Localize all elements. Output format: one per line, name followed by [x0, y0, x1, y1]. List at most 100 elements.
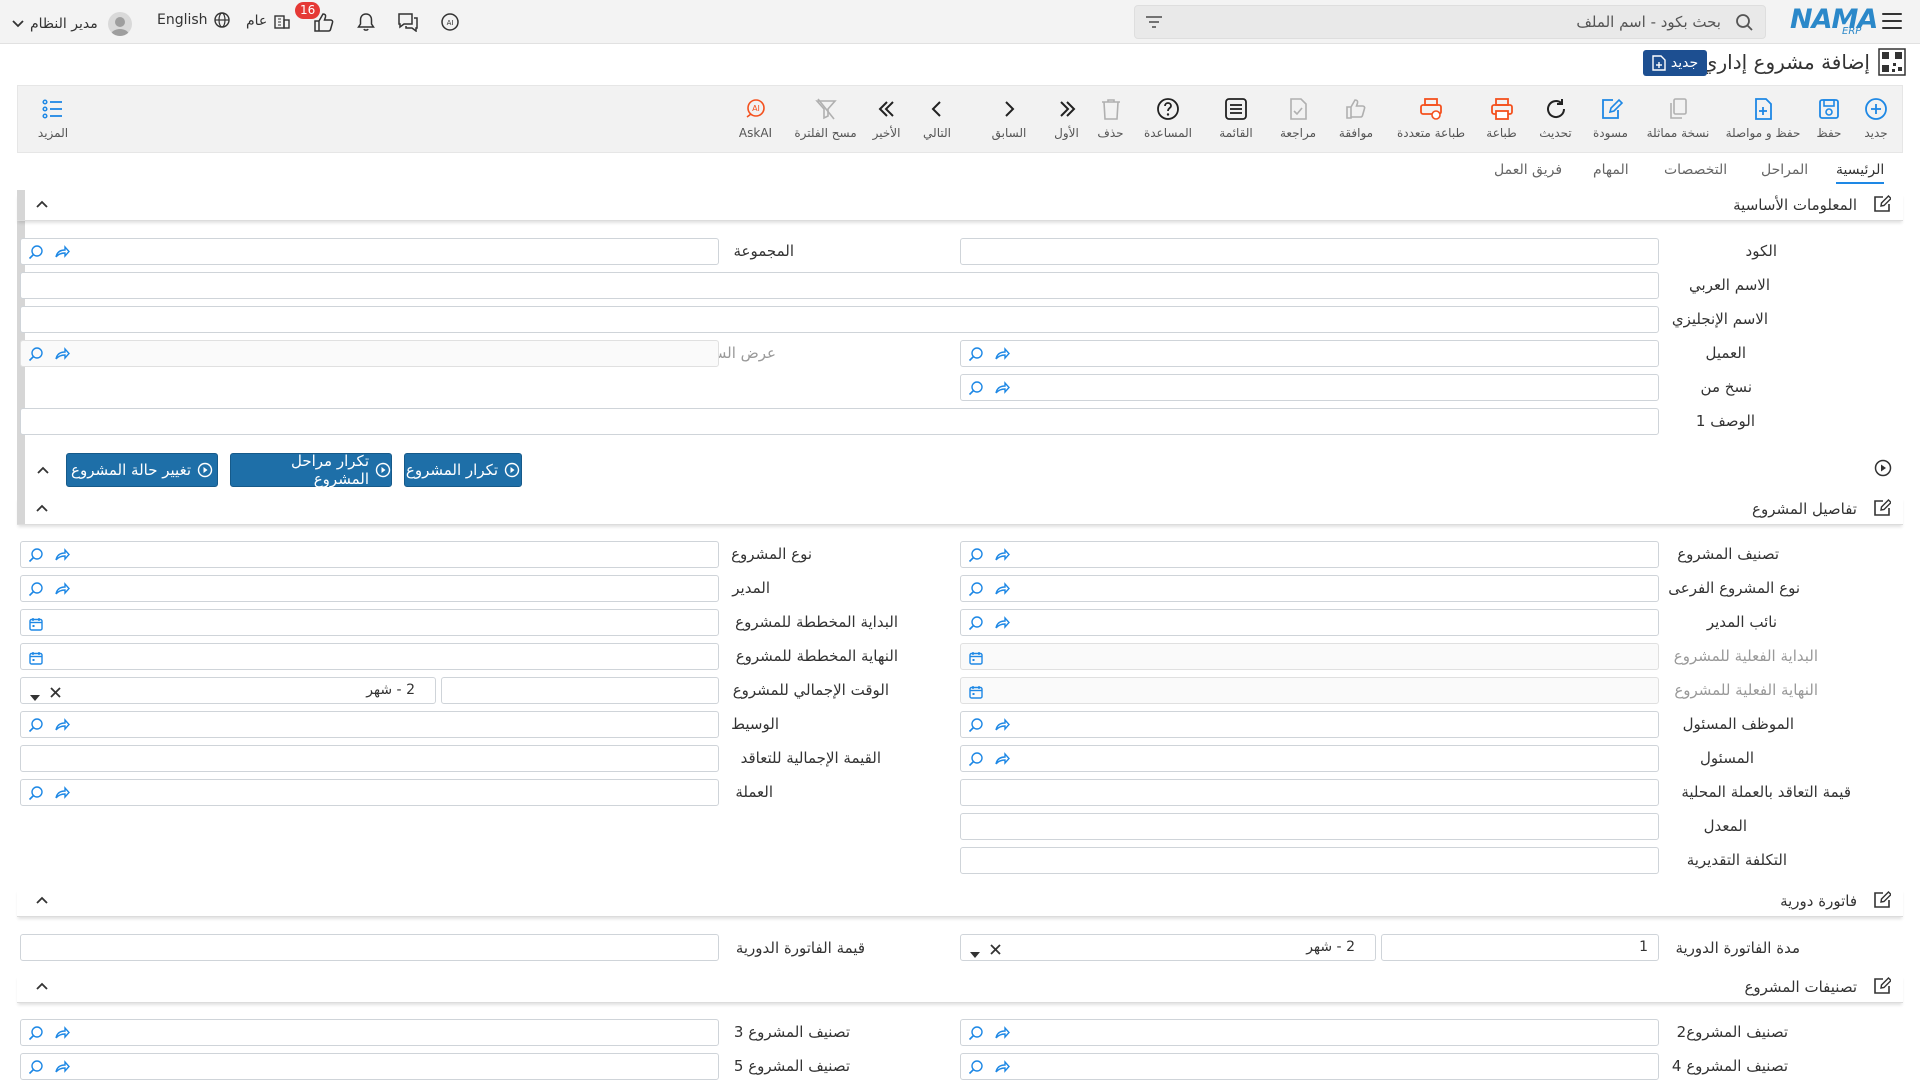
periodic-duration-field[interactable]: 1: [1381, 934, 1659, 961]
actual-start-field[interactable]: [960, 643, 1659, 670]
print-button[interactable]: طباعة: [1474, 96, 1529, 140]
clear-icon[interactable]: [989, 941, 1002, 960]
tab-stages[interactable]: المراحل: [1761, 162, 1808, 178]
askai-button[interactable]: AI AskAI: [728, 96, 783, 140]
share-arrow-icon[interactable]: [994, 1059, 1010, 1079]
search-icon[interactable]: [28, 547, 44, 567]
collapse-chevron-icon[interactable]: [35, 196, 49, 215]
next-record-button[interactable]: التالي: [912, 96, 962, 140]
project-type-field[interactable]: [20, 541, 719, 568]
tab-tasks[interactable]: المهام: [1593, 162, 1629, 178]
search-icon[interactable]: [968, 615, 984, 635]
share-arrow-icon[interactable]: [994, 615, 1010, 635]
search-input[interactable]: بحث بكود - اسم الملف: [1134, 5, 1766, 39]
search-icon[interactable]: [968, 380, 984, 400]
tab-work-team[interactable]: فريق العمل: [1494, 162, 1562, 178]
description-field[interactable]: [20, 408, 1659, 435]
collapse-chevron-icon[interactable]: [36, 462, 50, 481]
dropdown-arrow-icon[interactable]: [30, 687, 40, 706]
search-icon[interactable]: [968, 1025, 984, 1045]
class5-field[interactable]: [20, 1053, 719, 1080]
share-arrow-icon[interactable]: [994, 346, 1010, 366]
menu-icon[interactable]: [1882, 13, 1902, 34]
new-button[interactable]: جديد: [1851, 96, 1901, 140]
search-icon[interactable]: [28, 785, 44, 805]
collapse-chevron-icon[interactable]: [35, 978, 49, 997]
search-icon[interactable]: [968, 717, 984, 737]
share-arrow-icon[interactable]: [994, 1025, 1010, 1045]
share-arrow-icon[interactable]: [54, 785, 70, 805]
notifications-button[interactable]: [356, 12, 376, 32]
repeat-stages-button[interactable]: تكرار مراحل المشروع: [230, 452, 392, 488]
duplicate-button[interactable]: نسخة مماثلة: [1638, 96, 1718, 140]
quotation-field[interactable]: [20, 340, 719, 367]
draft-button[interactable]: مسودة: [1583, 96, 1638, 140]
share-arrow-icon[interactable]: [54, 1059, 70, 1079]
customer-field[interactable]: [960, 340, 1659, 367]
language-switch[interactable]: English: [157, 12, 230, 28]
deputy-manager-field[interactable]: [960, 609, 1659, 636]
filter-icon[interactable]: [1145, 14, 1163, 33]
collapse-chevron-icon[interactable]: [35, 892, 49, 911]
calendar-icon[interactable]: [29, 616, 43, 635]
share-arrow-icon[interactable]: [994, 751, 1010, 771]
repeat-project-button[interactable]: تكرار المشروع: [404, 453, 522, 487]
share-arrow-icon[interactable]: [54, 244, 70, 264]
play-circle-icon[interactable]: [1874, 459, 1892, 481]
clear-icon[interactable]: [49, 684, 62, 703]
help-button[interactable]: المساعدة: [1133, 96, 1203, 140]
total-contract-value-field[interactable]: [20, 745, 719, 772]
group-field[interactable]: [20, 238, 719, 265]
calendar-icon[interactable]: [969, 650, 983, 669]
search-icon[interactable]: [968, 547, 984, 567]
search-icon[interactable]: [968, 751, 984, 771]
arabic-name-field[interactable]: [20, 272, 1659, 299]
classification-field[interactable]: [960, 541, 1659, 568]
class4-field[interactable]: [960, 1053, 1659, 1080]
tab-main[interactable]: الرئيسية: [1836, 162, 1885, 184]
class3-field[interactable]: [20, 1019, 719, 1046]
calendar-icon[interactable]: [969, 684, 983, 703]
sub-type-field[interactable]: [960, 575, 1659, 602]
local-contract-value-field[interactable]: [960, 779, 1659, 806]
share-arrow-icon[interactable]: [994, 581, 1010, 601]
clear-filter-button[interactable]: مسح الفلترة: [788, 96, 863, 140]
logo[interactable]: NAMA ERP: [1790, 4, 1878, 40]
search-icon[interactable]: [28, 1025, 44, 1045]
total-time-unit-select[interactable]: 2 - شهر: [20, 677, 436, 704]
estimated-cost-field[interactable]: [960, 847, 1659, 874]
dropdown-arrow-icon[interactable]: [970, 944, 980, 963]
delete-button[interactable]: حذف: [1088, 96, 1133, 140]
search-icon[interactable]: [28, 244, 44, 264]
user-menu[interactable]: مدير النظام: [12, 12, 132, 36]
branch-selector[interactable]: عام: [246, 12, 291, 30]
share-arrow-icon[interactable]: [54, 1025, 70, 1045]
search-icon[interactable]: [968, 346, 984, 366]
ai-assistant-button[interactable]: AI: [439, 12, 461, 32]
share-arrow-icon[interactable]: [994, 717, 1010, 737]
save-button[interactable]: حفظ: [1804, 96, 1854, 140]
total-time-value-field[interactable]: [441, 677, 719, 704]
share-arrow-icon[interactable]: [54, 547, 70, 567]
periodic-unit-select[interactable]: 2 - شهر: [960, 934, 1376, 961]
planned-start-field[interactable]: [20, 609, 719, 636]
review-button[interactable]: مراجعة: [1268, 96, 1328, 140]
share-arrow-icon[interactable]: [54, 346, 70, 366]
search-icon[interactable]: [968, 1059, 984, 1079]
planned-end-field[interactable]: [20, 643, 719, 670]
approve-button[interactable]: موافقة: [1326, 96, 1386, 140]
english-name-field[interactable]: [20, 306, 1659, 333]
share-arrow-icon[interactable]: [54, 717, 70, 737]
list-button[interactable]: القائمة: [1206, 96, 1266, 140]
search-icon[interactable]: [28, 581, 44, 601]
class2-field[interactable]: [960, 1019, 1659, 1046]
change-status-button[interactable]: تغيير حالة المشروع: [66, 453, 218, 487]
first-record-button[interactable]: الأول: [1044, 96, 1089, 140]
collapse-chevron-icon[interactable]: [35, 500, 49, 519]
periodic-value-field[interactable]: [20, 934, 719, 961]
chat-button[interactable]: [397, 12, 419, 32]
responsible-employee-field[interactable]: [960, 711, 1659, 738]
more-button[interactable]: المزيد: [28, 96, 78, 140]
last-record-button[interactable]: الأخير: [864, 96, 909, 140]
save-continue-button[interactable]: حفظ و مواصلة: [1718, 96, 1808, 140]
